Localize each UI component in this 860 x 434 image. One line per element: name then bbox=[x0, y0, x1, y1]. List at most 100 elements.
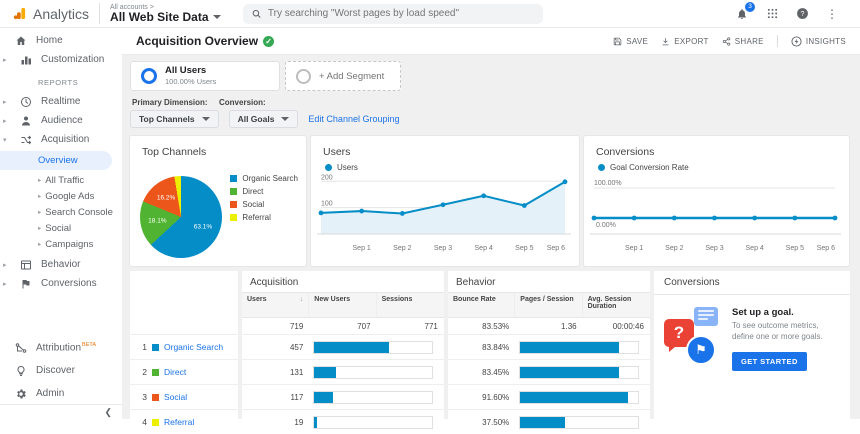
sidebar-item-label: Google Ads bbox=[45, 190, 95, 202]
sidebar-item-admin[interactable]: Admin bbox=[0, 384, 122, 403]
sidebar-item-realtime[interactable]: ▸ Realtime bbox=[0, 92, 122, 111]
add-segment-button[interactable]: + Add Segment bbox=[285, 61, 401, 91]
analytics-logo[interactable]: Analytics bbox=[0, 6, 99, 22]
insights-button[interactable]: INSIGHTS bbox=[791, 35, 846, 47]
channel-link[interactable]: Social bbox=[164, 392, 187, 402]
svg-text:Sep 5: Sep 5 bbox=[515, 245, 533, 252]
report-toolbar: Acquisition Overview ✓ SAVE EXPORT SHARE… bbox=[122, 28, 860, 55]
svg-text:200: 200 bbox=[321, 174, 333, 181]
acquisition-group-title: Acquisition bbox=[250, 277, 299, 288]
sidebar-item-acquisition[interactable]: ▾ Acquisition bbox=[0, 130, 122, 149]
primary-dimension-dropdown[interactable]: Top Channels bbox=[130, 110, 219, 128]
behavior-icon bbox=[19, 258, 32, 271]
bounce-rate-bar bbox=[519, 340, 640, 354]
svg-text:100: 100 bbox=[321, 201, 333, 208]
sidebar-collapse-button[interactable]: ❮ bbox=[0, 404, 122, 419]
share-button[interactable]: SHARE bbox=[722, 37, 764, 46]
svg-text:100.00%: 100.00% bbox=[594, 180, 622, 187]
channel-link[interactable]: Organic Search bbox=[164, 342, 223, 352]
sidebar-item-google-ads[interactable]: ▸ Google Ads bbox=[0, 188, 122, 204]
more-menu-button[interactable]: ⋮ bbox=[824, 6, 840, 22]
get-started-button[interactable]: GET STARTED bbox=[732, 351, 807, 371]
clock-icon bbox=[19, 95, 32, 108]
setup-goal-promo: ? ⚑ Set up a goal. To see outcome metric… bbox=[654, 295, 850, 383]
column-header-sessions[interactable]: Sessions bbox=[377, 293, 444, 317]
expand-arrow-icon: ▸ bbox=[3, 117, 7, 125]
sidebar-item-customization[interactable]: ▸ Customization bbox=[0, 50, 122, 69]
search-input[interactable] bbox=[267, 8, 534, 19]
svg-text:Sep 2: Sep 2 bbox=[393, 245, 411, 252]
sidebar-item-home[interactable]: Home bbox=[0, 31, 122, 50]
gear-icon bbox=[14, 387, 27, 400]
verified-check-icon: ✓ bbox=[263, 35, 275, 47]
users-value: 457 bbox=[289, 342, 304, 352]
users-bar bbox=[313, 340, 434, 354]
bounce-rate-bar bbox=[519, 390, 640, 404]
total-pages-session: 1.36 bbox=[561, 321, 577, 331]
svg-text:Sep 3: Sep 3 bbox=[434, 245, 452, 252]
conversions-group: Conversions ? ⚑ Set up a goal. To see ou… bbox=[654, 271, 850, 434]
expand-arrow-icon: ▸ bbox=[3, 280, 7, 288]
top-channels-pie-chart[interactable]: 63.1% 18.1% 16.2% bbox=[140, 176, 222, 258]
column-header-pages-session[interactable]: Pages / Session bbox=[515, 293, 583, 317]
person-icon bbox=[19, 114, 32, 127]
expand-arrow-icon: ▸ bbox=[38, 193, 42, 200]
sidebar-item-social[interactable]: ▸ Social bbox=[0, 220, 122, 236]
edit-channel-grouping-link[interactable]: Edit Channel Grouping bbox=[308, 114, 399, 124]
sidebar-item-attribution[interactable]: AttributionBETA bbox=[0, 338, 122, 357]
promo-title: Set up a goal. bbox=[732, 307, 794, 318]
pie-legend: Organic Search Direct Social Referral bbox=[230, 174, 298, 222]
sidebar-item-search-console[interactable]: ▸ Search Console bbox=[0, 204, 122, 220]
users-line-chart[interactable]: 200 100 Sep 1 Sep 2 Sep 3 Sep 4 Sep 5 Sep 6 bbox=[317, 174, 571, 260]
sidebar-item-audience[interactable]: ▸ Audience bbox=[0, 111, 122, 130]
bounce-rate-value: 91.60% bbox=[482, 392, 510, 402]
sidebar-item-overview-selected[interactable]: Overview bbox=[0, 151, 112, 170]
channel-swatch bbox=[152, 368, 159, 376]
total-avg-session-duration: 00:00:46 bbox=[612, 321, 644, 331]
save-button[interactable]: SAVE bbox=[613, 37, 648, 46]
table-row: 83.84% bbox=[448, 334, 650, 359]
users-value: 117 bbox=[290, 392, 304, 402]
help-icon: ? bbox=[796, 8, 808, 19]
channel-link[interactable]: Direct bbox=[164, 367, 186, 377]
app-bar: Analytics All accounts > All Web Site Da… bbox=[0, 0, 860, 28]
table-row: 1 Organic Search bbox=[130, 334, 238, 359]
pie-slice-label: 16.2% bbox=[156, 194, 176, 202]
help-button[interactable]: ? bbox=[794, 6, 810, 22]
users-chart-title: Users bbox=[323, 146, 351, 158]
analytics-logo-icon bbox=[13, 7, 26, 20]
channel-swatch bbox=[152, 343, 159, 351]
sidebar-item-all-traffic[interactable]: ▸ All Traffic bbox=[0, 172, 122, 188]
save-icon bbox=[613, 37, 622, 45]
expand-arrow-icon: ▸ bbox=[38, 241, 42, 248]
export-button[interactable]: EXPORT bbox=[661, 37, 709, 46]
legend-item: Referral bbox=[230, 213, 298, 222]
sidebar-item-campaigns[interactable]: ▸ Campaigns bbox=[0, 236, 122, 252]
sidebar-item-discover[interactable]: Discover bbox=[0, 361, 122, 380]
expand-arrow-icon: ▸ bbox=[3, 98, 7, 106]
table-row: 4 Referral bbox=[130, 409, 238, 434]
svg-text:Sep 1: Sep 1 bbox=[353, 245, 371, 252]
sidebar-item-conversions[interactable]: ▸ Conversions bbox=[0, 274, 122, 293]
expand-arrow-icon: ▸ bbox=[3, 56, 7, 64]
conversion-dropdown[interactable]: All Goals bbox=[228, 110, 299, 128]
sidebar-item-label: Admin bbox=[36, 388, 65, 399]
users-card: Users Users 200 100 Sep 1 Sep 2 Sep 3 Sep 4 Se… bbox=[311, 136, 579, 266]
segment-all-users[interactable]: All Users 100.00% Users bbox=[130, 61, 280, 91]
apps-grid-button[interactable] bbox=[764, 6, 780, 22]
search-bar[interactable] bbox=[242, 3, 543, 24]
column-header-new-users[interactable]: New Users bbox=[309, 293, 377, 317]
conversions-line-chart[interactable]: 100.00% 0.00% Sep 1 Sep 2 Sep 3 Sep 4 Sep 5 Sep… bbox=[590, 174, 841, 260]
total-sessions: 771 bbox=[424, 321, 438, 331]
account-switcher[interactable]: All accounts > All Web Site Data bbox=[99, 2, 230, 25]
notifications-button[interactable]: 3 bbox=[734, 1, 755, 22]
flag-icon bbox=[19, 277, 32, 290]
sidebar-item-behavior[interactable]: ▸ Behavior bbox=[0, 255, 122, 274]
svg-text:Sep 2: Sep 2 bbox=[665, 245, 683, 252]
column-header-users[interactable]: Users ↓ bbox=[242, 293, 310, 317]
column-header-avg-session-duration[interactable]: Avg. Session Duration bbox=[583, 293, 650, 317]
sidebar-item-label: Behavior bbox=[41, 259, 81, 270]
column-header-bounce-rate[interactable]: Bounce Rate bbox=[448, 293, 516, 317]
expand-arrow-icon: ▸ bbox=[38, 209, 42, 216]
sidebar-item-label: Overview bbox=[38, 155, 78, 166]
